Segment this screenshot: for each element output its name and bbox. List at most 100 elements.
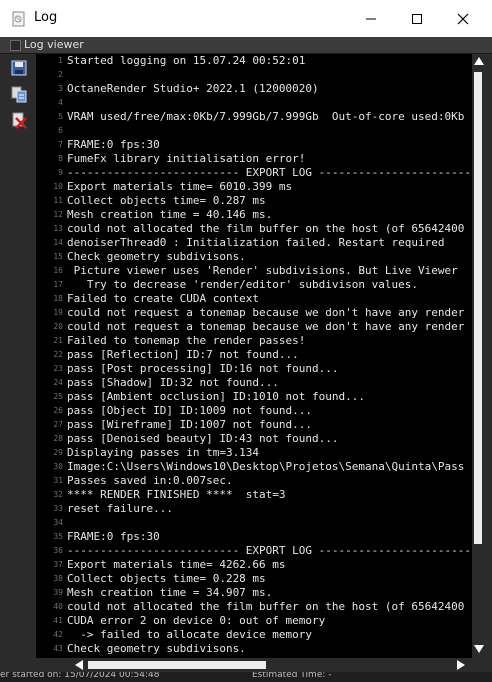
line-number: 25 xyxy=(53,392,63,401)
vertical-scrollbar[interactable] xyxy=(472,54,486,658)
line-number: 32 xyxy=(53,490,63,499)
log-line-text: Check geometry subdivisons. xyxy=(67,250,246,263)
line-number: 30 xyxy=(53,462,63,471)
log-viewer-checkbox[interactable] xyxy=(10,40,21,51)
log-line: 16 Picture viewer uses 'Render' subdivis… xyxy=(36,264,472,278)
log-line-text: -> failed to allocate device memory xyxy=(67,628,313,641)
log-line: 39 Mesh creation time = 34.907 ms. xyxy=(36,586,472,600)
log-line: 29 Displaying passes in tm=3.134 xyxy=(36,446,472,460)
line-number: 19 xyxy=(53,308,63,317)
log-line-text: Collect objects time= 0.287 ms xyxy=(67,194,266,207)
log-line-text: Collect objects time= 0.228 ms xyxy=(67,572,266,585)
log-line: 40 could not allocated the film buffer on… xyxy=(36,600,472,614)
line-number: 24 xyxy=(53,378,63,387)
log-line: 27 pass [Wireframe] ID:1007 not found... xyxy=(36,418,472,432)
horizontal-scrollbar[interactable] xyxy=(70,658,472,672)
line-number: 1 xyxy=(58,56,63,65)
line-number: 26 xyxy=(53,406,63,415)
line-number: 29 xyxy=(53,448,63,457)
log-line: 30 Image:C:\Users\Windows10\Desktop\Proje… xyxy=(36,460,472,474)
line-number: 41 xyxy=(53,616,63,625)
line-number: 15 xyxy=(53,252,63,261)
window-title: Log xyxy=(34,10,58,25)
scroll-left-arrow-icon[interactable] xyxy=(72,658,86,672)
log-line-text: CUDA error 2 on device 0: out of memory xyxy=(67,614,326,627)
line-number: 22 xyxy=(53,350,63,359)
log-line: 4 xyxy=(36,96,472,110)
close-icon xyxy=(457,13,469,24)
maximize-button[interactable] xyxy=(394,0,440,37)
log-line: 28 pass [Denoised beauty] ID:43 not found… xyxy=(36,432,472,446)
log-line: 13 could not allocated the film buffer on… xyxy=(36,222,472,236)
line-number: 7 xyxy=(58,140,63,149)
line-number: 17 xyxy=(53,280,63,289)
log-line-text: -------------------------- EXPORT LOG --… xyxy=(67,544,472,557)
log-line: 18 Failed to create CUDA context xyxy=(36,292,472,306)
log-line-text: Try to decrease 'render/editor' subdivis… xyxy=(67,278,418,291)
maximize-icon xyxy=(412,13,422,24)
log-window: Log Log viewer 1 Started logging on 15.0… xyxy=(0,0,492,672)
line-number: 34 xyxy=(53,518,63,527)
scroll-right-arrow-icon[interactable] xyxy=(454,658,468,672)
scroll-down-arrow-icon[interactable] xyxy=(472,642,486,656)
line-number: 39 xyxy=(53,588,63,597)
save-icon[interactable] xyxy=(10,59,28,77)
line-number: 31 xyxy=(53,476,63,485)
log-line: 10 Export materials time= 6010.399 ms xyxy=(36,180,472,194)
log-line: 23 pass [Post processing] ID:16 not found… xyxy=(36,362,472,376)
line-number: 20 xyxy=(53,322,63,331)
log-line-text: FumeFx library initialisation error! xyxy=(67,152,306,165)
log-viewer-label: Log viewer xyxy=(24,38,84,51)
vertical-scroll-thumb[interactable] xyxy=(474,72,482,544)
horizontal-scroll-thumb[interactable] xyxy=(88,661,266,669)
log-line-text: could not request a tonemap because we d… xyxy=(67,320,465,333)
log-line-text: Failed to create CUDA context xyxy=(67,292,260,305)
log-line-text: pass [Post processing] ID:16 not found..… xyxy=(67,362,339,375)
log-line-text: FRAME:0 fps:30 xyxy=(67,138,160,151)
minimize-button[interactable] xyxy=(348,0,394,37)
log-text-area[interactable]: 1 Started logging on 15.07.24 00:52:01 2 3 O… xyxy=(36,54,472,658)
log-line-text: OctaneRender Studio+ 2022.1 (12000020) xyxy=(67,82,319,95)
line-number: 33 xyxy=(53,504,63,513)
line-number: 9 xyxy=(58,168,63,177)
status-bar: er started on: 15/07/2024 00:54:48 Estim… xyxy=(0,672,492,682)
line-number: 36 xyxy=(53,546,63,555)
log-line: 12 Mesh creation time = 40.146 ms. xyxy=(36,208,472,222)
log-line: 14 denoiserThread0 : Initialization faile… xyxy=(36,236,472,250)
title-bar[interactable]: Log xyxy=(0,0,492,38)
log-line-text: reset failure... xyxy=(67,502,173,515)
log-line-text: Started logging on 15.07.24 00:52:01 xyxy=(67,54,306,67)
log-line: 36 -------------------------- EXPORT LOG … xyxy=(36,544,472,558)
line-number: 27 xyxy=(53,420,63,429)
log-line: 21 Failed to tonemap the render passes! xyxy=(36,334,472,348)
line-number: 21 xyxy=(53,336,63,345)
log-line-text: Passes saved in:0.007sec. xyxy=(67,474,233,487)
log-line-text: **** RENDER FINISHED **** stat=3 xyxy=(67,488,286,501)
render-start-status: er started on: 15/07/2024 00:54:48 xyxy=(0,672,160,680)
log-line-text: pass [Reflection] ID:7 not found... xyxy=(67,348,299,361)
log-line: 34 xyxy=(36,516,472,530)
scroll-up-arrow-icon[interactable] xyxy=(472,54,486,68)
close-button[interactable] xyxy=(440,0,486,37)
log-line: 6 xyxy=(36,124,472,138)
log-line-text: Picture viewer uses 'Render' subdivision… xyxy=(67,264,458,277)
line-number: 18 xyxy=(53,294,63,303)
log-line-text: Check geometry subdivisons. xyxy=(67,642,246,655)
log-line-text: pass [Ambient occlusion] ID:1010 not fou… xyxy=(67,390,366,403)
log-line-text: could not request a tonemap because we d… xyxy=(67,306,465,319)
log-line: 24 pass [Shadow] ID:32 not found... xyxy=(36,376,472,390)
line-number: 3 xyxy=(58,84,63,93)
log-line: 35 FRAME:0 fps:30 xyxy=(36,530,472,544)
line-number: 12 xyxy=(53,210,63,219)
clear-log-icon[interactable] xyxy=(10,111,28,129)
log-line: 26 pass [Object ID] ID:1009 not found... xyxy=(36,404,472,418)
log-line: 1 Started logging on 15.07.24 00:52:01 xyxy=(36,54,472,68)
log-line: 15 Check geometry subdivisons. xyxy=(36,250,472,264)
line-number: 5 xyxy=(58,112,63,121)
line-number: 14 xyxy=(53,238,63,247)
copy-icon[interactable] xyxy=(10,85,28,103)
log-line: 9 -------------------------- EXPORT LOG -… xyxy=(36,166,472,180)
log-line: 8 FumeFx library initialisation error! xyxy=(36,152,472,166)
minimize-icon xyxy=(366,18,376,19)
line-number: 35 xyxy=(53,532,63,541)
